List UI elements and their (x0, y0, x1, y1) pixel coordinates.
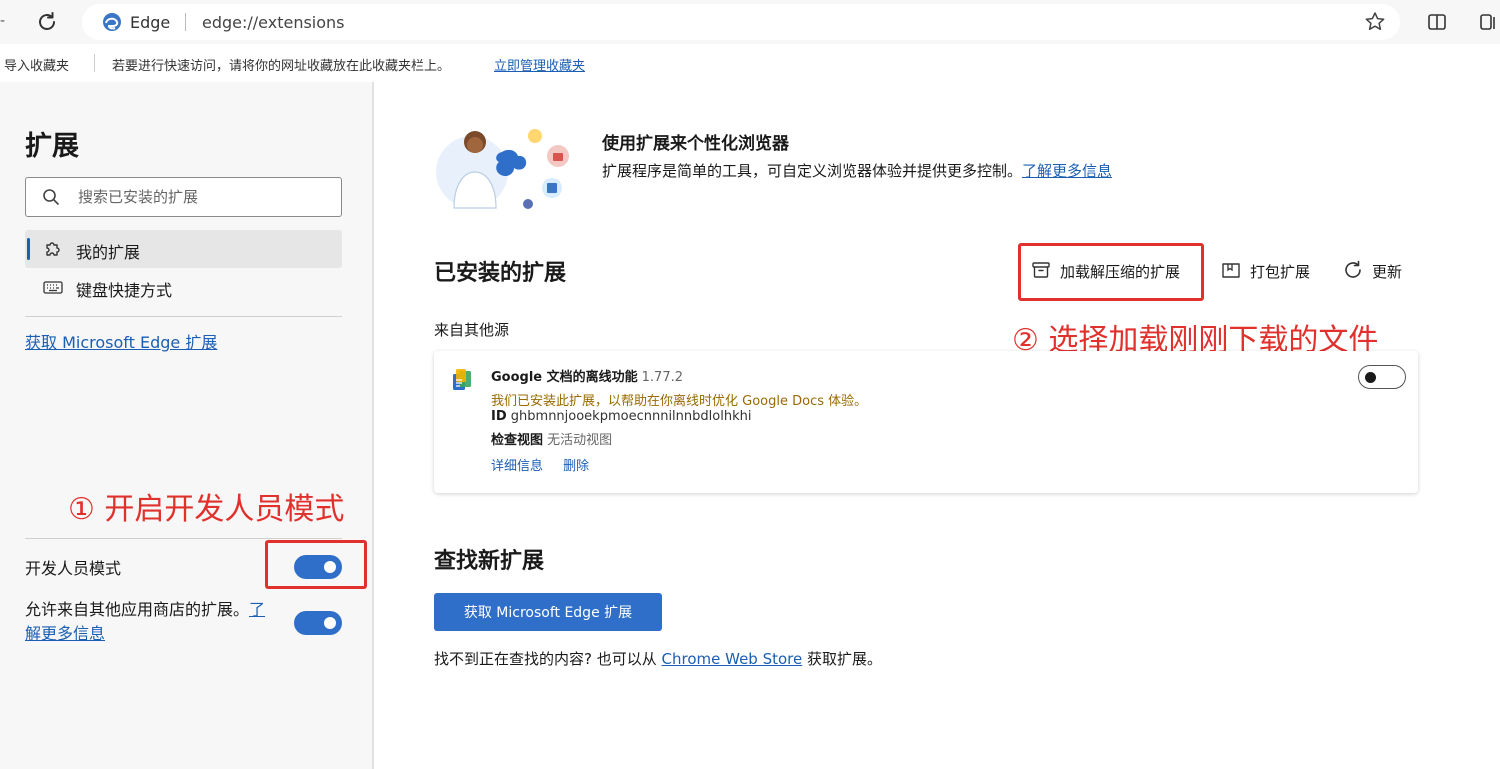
extension-inspect-views: 检查视图 无活动视图 (491, 429, 612, 448)
back-button[interactable]: - (0, 13, 5, 29)
toggle-knob (324, 617, 336, 629)
update-button[interactable]: 更新 (1342, 258, 1412, 284)
update-label: 更新 (1372, 263, 1403, 281)
favorites-separator (94, 54, 95, 72)
chrome-web-store-text: 找不到正在查找的内容? 也可以从 Chrome Web Store 获取扩展。 (434, 648, 882, 669)
address-bar[interactable]: Edge edge://extensions (82, 4, 1400, 40)
cws-text-after: 获取扩展。 (807, 650, 883, 668)
learn-more-link[interactable]: 了解更多信息 (1022, 162, 1112, 180)
extension-enable-toggle[interactable] (1358, 365, 1406, 389)
extension-id: ID ghbmnnjooekpmoecnnnilnnbdlolhkhi (491, 409, 751, 424)
annotation-box-load-unpacked (1018, 243, 1204, 301)
get-edge-extensions-button[interactable]: 获取 Microsoft Edge 扩展 (434, 593, 662, 631)
allow-other-stores-text: 允许来自其他应用商店的扩展。了解更多信息 (25, 598, 285, 646)
sidebar-divider-2 (25, 538, 342, 539)
annotation-step1: ① 开启开发人员模式 (68, 492, 345, 527)
hero-illustration (432, 120, 578, 214)
puzzle-icon (43, 239, 63, 259)
allow-other-stores-toggle[interactable] (294, 611, 342, 635)
package-icon (1220, 259, 1242, 281)
details-link[interactable]: 详细信息 (491, 459, 543, 474)
extension-id-value: ghbmnnjooekpmoecnnnilnnbdlolhkhi (510, 409, 752, 424)
other-sources-label: 来自其他源 (434, 321, 510, 339)
installed-extensions-title: 已安装的扩展 (434, 261, 567, 286)
url-text[interactable]: edge://extensions (202, 13, 345, 32)
extension-title: Google 文档的离线功能 (491, 370, 638, 385)
learn-more-link-part1[interactable]: 了 (249, 600, 265, 619)
extension-card: Google 文档的离线功能 1.77.2 我们已安装此扩展，以帮助在你离线时优化… (434, 351, 1418, 493)
sidebar-title: 扩展 (25, 131, 79, 162)
site-name: Edge (130, 13, 171, 32)
annotation-box-developer-mode (265, 540, 367, 589)
allow-store-label: 允许来自其他应用商店的扩展。 (25, 600, 250, 619)
extension-name: Google 文档的离线功能 1.77.2 (491, 366, 683, 385)
extension-id-label: ID (491, 409, 507, 424)
sidebar-item-my-extensions[interactable]: 我的扩展 (25, 230, 342, 268)
edge-logo-icon (102, 12, 122, 32)
remove-link[interactable]: 删除 (563, 459, 589, 474)
favorites-bar: 导入收藏夹 若要进行快速访问，请将你的网址收藏放在此收藏夹栏上。 立即管理收藏夹 (0, 44, 1500, 82)
find-new-extensions-title: 查找新扩展 (434, 549, 545, 574)
learn-more-link-part2[interactable]: 解更多信息 (25, 624, 105, 643)
extensions-sidebar: 扩展 我的扩展 键盘快捷方式 获取 Microsoft Edge 扩展 ① 开启… (0, 82, 372, 769)
extension-links: 详细信息 删除 (491, 455, 605, 474)
search-input[interactable] (78, 186, 328, 208)
get-edge-extensions-link[interactable]: 获取 Microsoft Edge 扩展 (25, 329, 217, 353)
import-favorites-button[interactable]: 导入收藏夹 (4, 55, 69, 74)
pack-extension-button[interactable]: 打包扩展 (1220, 258, 1320, 284)
refresh-icon (1342, 259, 1364, 281)
inspect-views-value: 无活动视图 (547, 433, 613, 448)
search-icon (42, 188, 60, 206)
sidebar-border (372, 82, 374, 769)
inspect-views-label: 检查视图 (491, 433, 544, 448)
sidebar-divider (25, 316, 342, 317)
sidebar-item-keyboard-shortcuts[interactable]: 键盘快捷方式 (25, 268, 342, 306)
address-separator (185, 13, 186, 31)
browser-toolbar: - Edge edge://extensions (0, 0, 1500, 44)
hero-title: 使用扩展来个性化浏览器 (602, 134, 789, 154)
pack-extension-label: 打包扩展 (1250, 263, 1311, 281)
reload-icon[interactable] (34, 9, 60, 35)
extension-version: 1.77.2 (641, 370, 683, 385)
extension-warning: 我们已安装此扩展，以帮助在你离线时优化 Google Docs 体验。 (491, 394, 868, 409)
keyboard-icon (43, 277, 63, 297)
cws-text-before: 找不到正在查找的内容? 也可以从 (434, 650, 657, 668)
toggle-knob (1365, 372, 1376, 383)
hero-description-text: 扩展程序是简单的工具，可自定义浏览器体验并提供更多控制。 (602, 162, 1023, 180)
search-box[interactable] (25, 177, 342, 217)
google-docs-offline-icon (450, 367, 476, 393)
manage-favorites-link[interactable]: 立即管理收藏夹 (494, 55, 585, 74)
hero-description: 扩展程序是简单的工具，可自定义浏览器体验并提供更多控制。了解更多信息 (602, 160, 1112, 181)
split-screen-icon[interactable] (1427, 12, 1447, 32)
chrome-web-store-link[interactable]: Chrome Web Store (662, 650, 803, 668)
collections-icon[interactable] (1478, 12, 1498, 32)
sidebar-item-label: 键盘快捷方式 (76, 281, 173, 300)
favorite-star-icon[interactable] (1363, 10, 1387, 34)
favorites-hint: 若要进行快速访问，请将你的网址收藏放在此收藏夹栏上。 (112, 59, 451, 74)
sidebar-item-label: 我的扩展 (76, 243, 141, 262)
developer-mode-label: 开发人员模式 (25, 559, 122, 578)
